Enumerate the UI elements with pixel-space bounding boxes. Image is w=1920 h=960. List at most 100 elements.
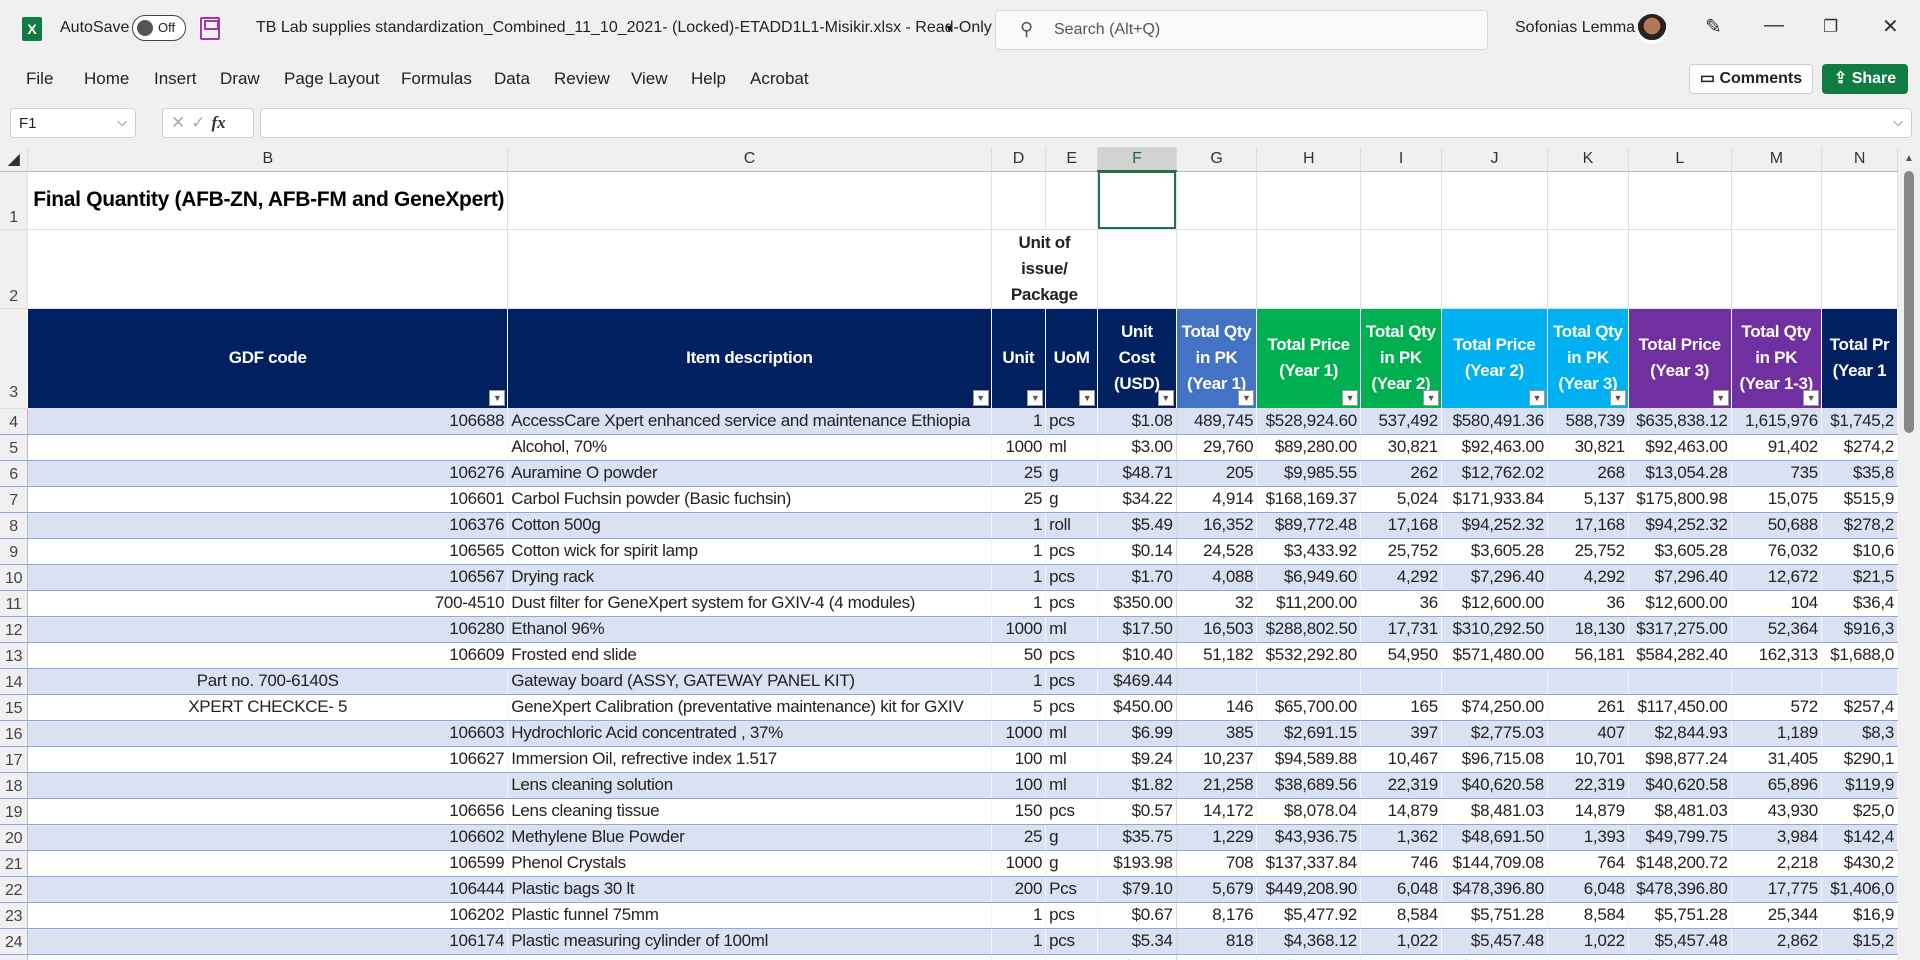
cell-c[interactable]: Alcohol, 70% <box>507 434 992 461</box>
cell-i[interactable]: 6,048 <box>1360 876 1442 903</box>
cell-b[interactable]: 106276 <box>27 460 509 487</box>
cell-h[interactable]: $9,611.50 <box>1256 954 1361 960</box>
cell-f[interactable]: $5.34 <box>1097 928 1177 955</box>
selected-cell-f1[interactable] <box>1097 171 1177 230</box>
cell-k[interactable]: 1,022 <box>1547 954 1629 960</box>
cell-d[interactable]: 1000 <box>991 720 1047 747</box>
filter-dropdown-icon[interactable]: ▼ <box>972 390 989 406</box>
cell-g[interactable]: 21,258 <box>1176 772 1258 799</box>
cell-f[interactable]: $6.99 <box>1097 720 1177 747</box>
cell-g[interactable]: 818 <box>1176 928 1258 955</box>
cell-b[interactable]: 106567 <box>27 564 509 591</box>
cell-j[interactable]: $96,715.08 <box>1441 746 1548 773</box>
row-header[interactable]: 3 <box>0 308 29 409</box>
cell-i[interactable]: 397 <box>1360 720 1442 747</box>
cell[interactable] <box>507 229 992 309</box>
cell-j[interactable] <box>1441 668 1548 695</box>
cell-n[interactable]: $916,3 <box>1821 616 1898 643</box>
cell-n[interactable]: $119,9 <box>1821 772 1898 799</box>
cell-h[interactable]: $532,292.80 <box>1256 642 1361 669</box>
cell-m[interactable]: 91,402 <box>1731 434 1822 461</box>
column-header-l[interactable]: L <box>1628 147 1732 172</box>
cell-k[interactable]: 18,130 <box>1547 616 1629 643</box>
tab-acrobat[interactable]: Acrobat <box>750 69 809 89</box>
fx-icon[interactable]: fx <box>212 113 226 132</box>
cell-b[interactable]: 106656 <box>27 798 509 825</box>
avatar[interactable] <box>1637 14 1667 44</box>
cell-g[interactable]: 10,237 <box>1176 746 1258 773</box>
row-header[interactable]: 5 <box>0 434 29 461</box>
tab-file[interactable]: File <box>26 69 53 89</box>
cell-n[interactable]: $16,9 <box>1821 902 1898 929</box>
title-dropdown-icon[interactable]: ▼ <box>944 23 955 35</box>
cell-b[interactable]: 106601 <box>27 486 509 513</box>
cell-k[interactable]: 14,879 <box>1547 798 1629 825</box>
cell-f[interactable]: $5.49 <box>1097 512 1177 539</box>
cell-n[interactable]: $1,406,0 <box>1821 876 1898 903</box>
cell-m[interactable]: 104 <box>1731 590 1822 617</box>
cell-i[interactable]: 14,879 <box>1360 798 1442 825</box>
cell[interactable] <box>1045 171 1099 230</box>
column-header-g[interactable]: G <box>1176 147 1258 172</box>
cell-f[interactable]: $193.98 <box>1097 850 1177 877</box>
cell-i[interactable]: 36 <box>1360 590 1442 617</box>
cell-n[interactable]: $25,0 <box>1821 798 1898 825</box>
cell-i[interactable]: 10,467 <box>1360 746 1442 773</box>
cell-d[interactable]: 1 <box>991 928 1047 955</box>
cell-j[interactable]: $144,709.08 <box>1441 850 1548 877</box>
cell-g[interactable]: 205 <box>1176 460 1258 487</box>
cell-f[interactable]: $1.08 <box>1097 408 1177 435</box>
cell-k[interactable] <box>1547 668 1629 695</box>
cell-b[interactable]: 106602 <box>27 824 509 851</box>
cell-b[interactable]: 106444 <box>27 876 509 903</box>
cell-f[interactable]: $0.67 <box>1097 902 1177 929</box>
cell-m[interactable]: 31,405 <box>1731 746 1822 773</box>
cell-h[interactable]: $3,433.92 <box>1256 538 1361 565</box>
cell-d[interactable]: 1 <box>991 668 1047 695</box>
cell-n[interactable]: $10,6 <box>1821 538 1898 565</box>
tab-data[interactable]: Data <box>494 69 530 89</box>
cell-b[interactable] <box>27 772 509 799</box>
cell-d[interactable]: 50 <box>991 642 1047 669</box>
cell-i[interactable]: 4,292 <box>1360 564 1442 591</box>
cell-c[interactable]: Lens cleaning tissue <box>507 798 992 825</box>
cell-l[interactable]: $478,396.80 <box>1628 876 1732 903</box>
formula-input[interactable]: ⌵ <box>260 108 1912 138</box>
cell-g[interactable]: 489,745 <box>1176 408 1258 435</box>
cell-e[interactable]: g <box>1045 486 1099 513</box>
cell-b[interactable]: 106174 <box>27 928 509 955</box>
cell[interactable] <box>1821 229 1898 309</box>
select-all-corner[interactable]: ◢ <box>0 147 29 172</box>
column-header-d[interactable]: D <box>991 147 1047 172</box>
filter-dropdown-icon[interactable]: ▼ <box>1238 390 1255 406</box>
cell-l[interactable]: $49,799.75 <box>1628 824 1732 851</box>
cell-f[interactable]: $9.24 <box>1097 746 1177 773</box>
cell-b[interactable]: 106202 <box>27 902 509 929</box>
cell-f[interactable]: $35.75 <box>1097 824 1177 851</box>
cell-d[interactable]: 1 <box>991 902 1047 929</box>
filter-dropdown-icon[interactable]: ▼ <box>1528 390 1545 406</box>
cell-c[interactable]: Immersion Oil, refrective index 1.517 <box>507 746 992 773</box>
row-header[interactable]: 4 <box>0 408 29 435</box>
cell-h[interactable]: $168,169.37 <box>1256 486 1361 513</box>
cell-c[interactable]: Methylene Blue Powder <box>507 824 992 851</box>
cell-k[interactable]: 10,701 <box>1547 746 1629 773</box>
cell-g[interactable]: 708 <box>1176 850 1258 877</box>
cell-m[interactable]: 3,984 <box>1731 824 1822 851</box>
cell-b[interactable]: 700-4510 <box>27 590 509 617</box>
cell-g[interactable]: 5,679 <box>1176 876 1258 903</box>
cell-f[interactable]: $3.00 <box>1097 434 1177 461</box>
cell-c[interactable]: Plastic measuring cylinder of 500ml <box>507 954 992 960</box>
filter-dropdown-icon[interactable]: ▼ <box>1157 390 1174 406</box>
cell-h[interactable]: $94,589.88 <box>1256 746 1361 773</box>
cell-i[interactable]: 25,752 <box>1360 538 1442 565</box>
cell-k[interactable]: 5,137 <box>1547 486 1629 513</box>
cell-l[interactable]: $40,620.58 <box>1628 772 1732 799</box>
cell-b[interactable]: 106627 <box>27 746 509 773</box>
row-header[interactable]: 20 <box>0 824 29 851</box>
tab-insert[interactable]: Insert <box>154 69 197 89</box>
cell-i[interactable]: 1,362 <box>1360 824 1442 851</box>
cell-f[interactable]: $79.10 <box>1097 876 1177 903</box>
cell-c[interactable]: Hydrochloric Acid concentrated , 37% <box>507 720 992 747</box>
row-header[interactable]: 15 <box>0 694 29 721</box>
